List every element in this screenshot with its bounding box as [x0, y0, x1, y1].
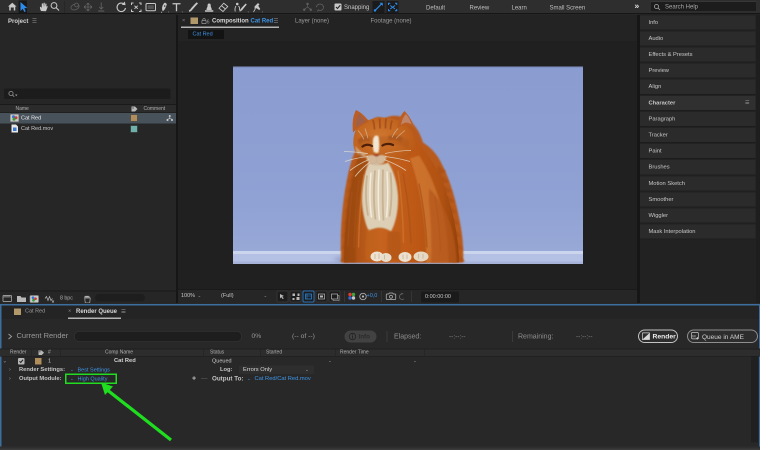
svg-text:,: , [248, 8, 249, 13]
svg-text:M: M [692, 333, 695, 338]
svg-text:6: 6 [207, 20, 210, 25]
svg-text:,: , [262, 8, 263, 13]
svg-text:,: , [168, 8, 169, 13]
svg-text:,: , [182, 8, 183, 13]
